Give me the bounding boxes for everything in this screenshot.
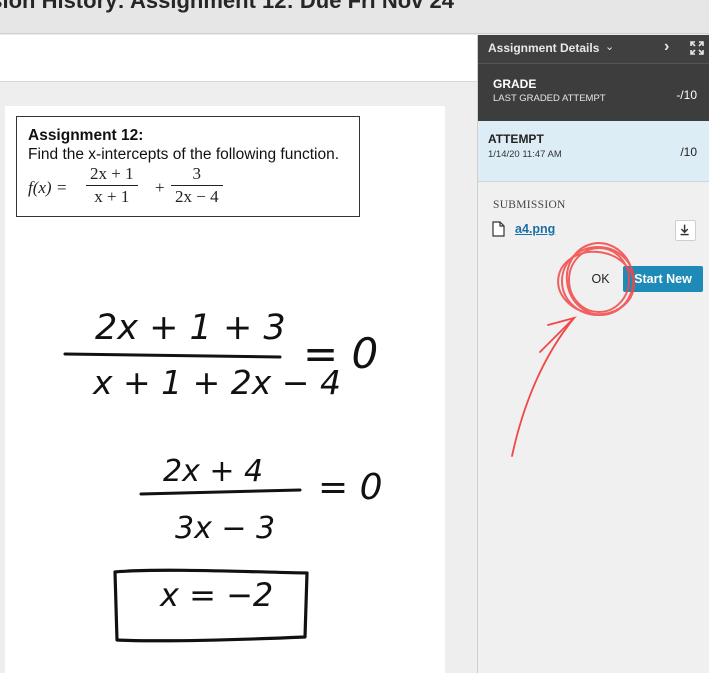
- final-answer: x = −2: [159, 576, 273, 614]
- step2-numerator: 2x + 4: [163, 454, 263, 489]
- attempt-date: 1/14/20 11:47 AM: [488, 149, 562, 160]
- ok-button[interactable]: OK: [580, 266, 621, 292]
- chevron-down-icon[interactable]: ⌄: [605, 40, 614, 53]
- panel-header[interactable]: Assignment Details ⌄ ›: [478, 35, 709, 63]
- start-new-button[interactable]: Start New: [623, 266, 703, 292]
- submission-file-link[interactable]: a4.png: [515, 222, 555, 236]
- assignment-details-panel: Assignment Details ⌄ › GRADE LAST GRADED…: [477, 35, 709, 673]
- page-title: ssion History: Assignment 12: Due Fri No…: [0, 0, 454, 13]
- file-icon: [492, 221, 505, 237]
- download-icon: [680, 224, 689, 236]
- submission-image: Assignment 12: Find the x-intercepts of …: [5, 106, 445, 673]
- attempt-row[interactable]: ATTEMPT 1/14/20 11:47 AM /10: [478, 121, 709, 182]
- grade-label: GRADE: [493, 77, 537, 91]
- step2-rhs: = 0: [318, 467, 383, 508]
- download-button[interactable]: [675, 220, 696, 241]
- handwritten-work: 2x + 1 + 3 x + 1 + 2x − 4 = 0 2x + 4 3x …: [63, 308, 383, 643]
- expand-icon[interactable]: [689, 40, 705, 56]
- submission-label: SUBMISSION: [493, 199, 566, 211]
- step2-denominator: 3x − 3: [175, 511, 275, 546]
- grade-sublabel: LAST GRADED ATTEMPT: [493, 93, 606, 104]
- grade-value: -/10: [676, 88, 697, 102]
- step1-rhs: = 0: [303, 329, 378, 378]
- step1-numerator: 2x + 1 + 3: [95, 308, 286, 348]
- title-bar: ssion History: Assignment 12: Due Fri No…: [0, 0, 709, 34]
- chevron-right-icon[interactable]: ›: [664, 38, 669, 56]
- attempt-label: ATTEMPT: [488, 132, 544, 146]
- grade-row: GRADE LAST GRADED ATTEMPT -/10: [478, 63, 709, 121]
- content-toolbar-strip: [0, 35, 477, 82]
- content-pane: Assignment 12: Find the x-intercepts of …: [0, 35, 477, 673]
- attempt-value: /10: [680, 145, 697, 159]
- panel-header-title[interactable]: Assignment Details: [488, 41, 599, 55]
